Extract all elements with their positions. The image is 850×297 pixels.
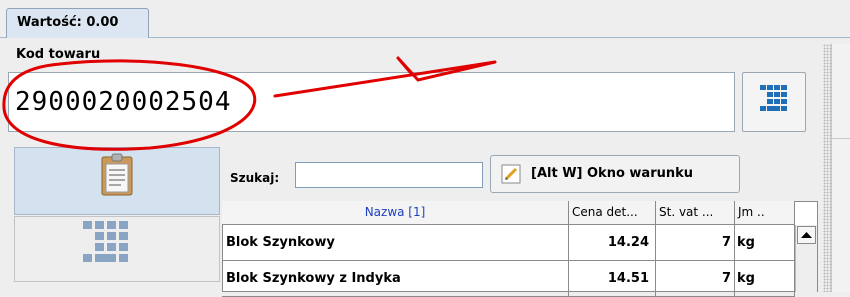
search-input[interactable]: [295, 162, 483, 188]
tab-wartosc[interactable]: Wartość: 0.00: [6, 8, 149, 38]
column-header-name[interactable]: Nazwa [1]: [222, 201, 569, 225]
search-label: Szukaj:: [230, 171, 280, 185]
right-panel-divider: [831, 138, 850, 139]
keypad-icon: [83, 221, 128, 262]
column-header-unit[interactable]: Jm ..: [735, 201, 795, 225]
keypad-icon: [760, 85, 787, 111]
column-header-price[interactable]: Cena det...: [569, 201, 656, 225]
clipboard-icon: [101, 153, 133, 196]
right-side-panel: [831, 44, 850, 292]
keypad-panel-button[interactable]: [14, 216, 220, 282]
scroll-up-button[interactable]: [797, 226, 816, 244]
column-header-vat[interactable]: St. vat ...: [656, 201, 735, 225]
splitter-handle[interactable]: [823, 44, 831, 292]
table-row-unit[interactable]: kg: [735, 225, 795, 261]
product-code-input[interactable]: 2900020002504: [8, 72, 735, 132]
pencil-icon: [501, 164, 521, 184]
arrow-up-icon: [801, 232, 812, 238]
table-row-vat[interactable]: 7: [656, 225, 735, 261]
condition-button-label: [Alt W] Okno warunku: [531, 166, 694, 181]
table-row-price[interactable]: 14.24: [569, 225, 656, 261]
clipboard-button[interactable]: [14, 147, 220, 215]
product-code-label: Kod towaru: [16, 47, 101, 62]
table-row-name[interactable]: Blok Szynkowy: [222, 225, 569, 261]
keypad-button[interactable]: [742, 72, 806, 132]
condition-window-button[interactable]: [Alt W] Okno warunku: [490, 155, 740, 193]
